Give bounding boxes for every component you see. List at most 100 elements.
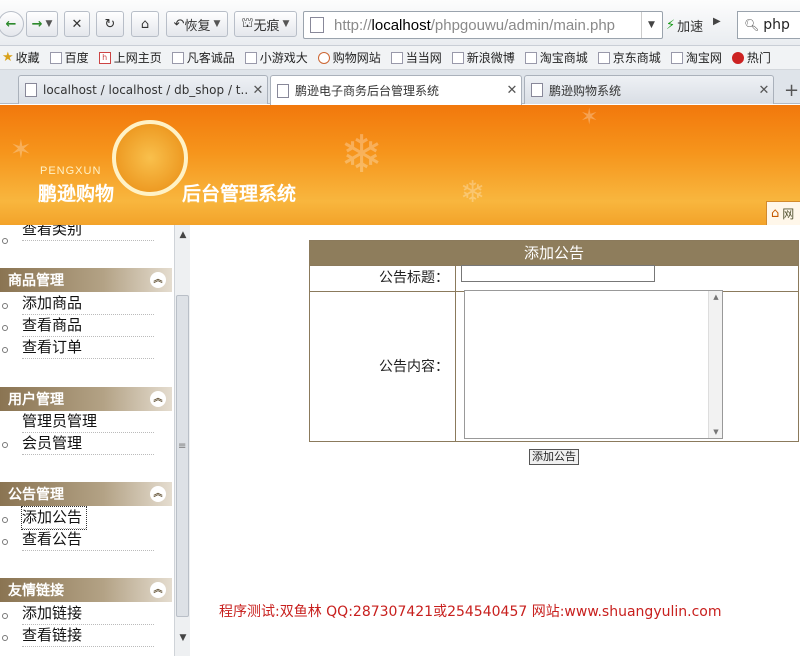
sidebar-item-add-product[interactable]: 添加商品	[22, 293, 154, 315]
new-tab-button[interactable]: +	[784, 80, 799, 101]
bookmark-item[interactable]: 凡客诚品	[171, 49, 235, 66]
snowflake-icon: ❄	[340, 125, 384, 185]
bookmark-label: 凡客诚品	[186, 51, 235, 65]
bookmark-label: 上网主页	[113, 51, 162, 65]
sidebar-menu: 查看类别 商品管理 ︽ 添加商品 查看商品 查看订单 用户管理 ︽ 管理员管理 …	[0, 225, 174, 656]
snowflake-icon: ✶	[10, 135, 32, 165]
scroll-down-icon[interactable]: ▼	[175, 630, 191, 646]
sidebar-item-add-link[interactable]: 添加链接	[22, 603, 154, 625]
bullet-icon	[2, 325, 8, 331]
close-icon[interactable]: ✕	[249, 83, 267, 98]
chevron-down-icon: ▼	[648, 20, 655, 30]
page-icon	[670, 51, 683, 64]
sidebar-item-view-categories[interactable]: 查看类别	[22, 225, 154, 241]
sidebar-item-member-management[interactable]: 会员管理	[22, 433, 154, 455]
group-title: 友情链接	[8, 583, 64, 599]
restore-button[interactable]: ↶ 恢复 ▼	[166, 11, 228, 37]
bookmark-label: 百度	[64, 51, 89, 65]
collapse-icon[interactable]: ︽	[150, 486, 166, 502]
bookmark-label: 京东商城	[612, 51, 661, 65]
bookmarks-bar: ★ 收藏 百度 h 上网主页 凡客诚品 小游戏大 购物网站 当当网 新浪微博 淘宝…	[0, 46, 800, 70]
tab-admin[interactable]: 鹏逊电子商务后台管理系统 ✕	[270, 75, 522, 105]
bullet-icon	[2, 635, 8, 641]
sidebar-item-view-orders[interactable]: 查看订单	[22, 337, 154, 359]
logo-text: 鹏逊购物	[38, 183, 115, 205]
sidebar-item-admin-management[interactable]: 管理员管理	[22, 411, 154, 433]
scroll-up-icon[interactable]: ▲	[175, 227, 191, 243]
bookmark-item[interactable]: 小游戏大	[244, 49, 308, 66]
snowflake-icon: ✶	[580, 105, 599, 130]
scroll-down-icon[interactable]: ▼	[709, 428, 723, 436]
bullet-icon	[2, 517, 8, 523]
sidebar-item-view-notices[interactable]: 查看公告	[22, 529, 154, 551]
page-icon	[390, 51, 403, 64]
forward-button[interactable]: → ▼	[26, 11, 58, 37]
home-button[interactable]: ⌂	[131, 11, 159, 37]
notice-title-input[interactable]	[461, 265, 655, 282]
bookmark-item[interactable]: 淘宝商城	[524, 49, 588, 66]
collapse-icon[interactable]: ︽	[150, 272, 166, 288]
scrollbar-thumb[interactable]	[176, 295, 189, 617]
sidebar-group-links[interactable]: 友情链接 ︽	[0, 578, 172, 602]
textarea-scrollbar[interactable]: ▲ ▼	[708, 291, 722, 438]
sidebar-group-products[interactable]: 商品管理 ︽	[0, 268, 172, 292]
traceless-button[interactable]: ⛫ 无痕 ▼	[234, 11, 297, 37]
home-tab[interactable]: ⌂ 网	[766, 201, 800, 225]
bookmark-item[interactable]: 当当网	[390, 49, 442, 66]
tab-shop[interactable]: 鹏逊购物系统 ✕	[524, 75, 774, 104]
scroll-up-icon[interactable]: ▲	[709, 293, 723, 301]
bookmark-label: 购物网站	[332, 51, 381, 65]
sidebar-group-notices[interactable]: 公告管理 ︽	[0, 482, 172, 506]
bookmark-favorites[interactable]: ★ 收藏	[2, 49, 40, 66]
search-input[interactable]: 🔍︎ php	[737, 11, 800, 39]
address-dropdown-button[interactable]: ▼	[641, 12, 661, 38]
bookmark-item[interactable]: 淘宝网	[670, 49, 722, 66]
tab-phpmyadmin[interactable]: localhost / localhost / db_shop / t... ✕	[18, 75, 268, 104]
notice-content-textarea[interactable]: ▲ ▼	[464, 290, 723, 439]
close-icon[interactable]: ✕	[503, 83, 521, 98]
bookmark-item[interactable]: 购物网站	[317, 49, 381, 66]
shopping-icon	[317, 51, 330, 64]
collapse-icon[interactable]: ︽	[150, 582, 166, 598]
accelerate-label: 加速	[677, 19, 704, 35]
grip-icon: ≡	[178, 441, 187, 452]
bookmark-label: 淘宝商城	[539, 51, 588, 65]
bookmark-item[interactable]: 百度	[49, 49, 89, 66]
url-path: /phpgouwu/admin/main.php	[430, 16, 616, 34]
play-button[interactable]: ▶	[713, 16, 721, 27]
home-icon: ⌂	[771, 206, 780, 221]
page-icon	[597, 51, 610, 64]
collapse-icon[interactable]: ︽	[150, 391, 166, 407]
bookmark-label: 小游戏大	[259, 51, 308, 65]
accelerate-button[interactable]: ⚡ 加速	[666, 11, 703, 39]
page-icon	[310, 17, 324, 33]
page-icon	[524, 51, 537, 64]
tab-strip: localhost / localhost / db_shop / t... ✕…	[0, 70, 800, 105]
bookmark-item[interactable]: 热门	[731, 49, 771, 66]
arrow-right-icon: →	[31, 16, 43, 32]
address-bar[interactable]: http://localhost/phpgouwu/admin/main.php	[303, 11, 663, 39]
refresh-button[interactable]: ↻	[96, 11, 124, 37]
sidebar-item-view-links[interactable]: 查看链接	[22, 625, 154, 647]
close-icon[interactable]: ✕	[755, 83, 773, 98]
table-divider	[455, 264, 456, 442]
bookmark-item[interactable]: h 上网主页	[98, 49, 162, 66]
sidebar-item-add-notice[interactable]: 添加公告	[21, 506, 87, 530]
bullet-icon	[2, 347, 8, 353]
stop-button[interactable]: ✕	[64, 11, 90, 37]
bookmark-label: 收藏	[15, 51, 40, 65]
sidebar-group-users[interactable]: 用户管理 ︽	[0, 387, 172, 411]
logo	[112, 120, 188, 196]
search-icon: 🔍︎	[744, 18, 760, 32]
add-notice-button[interactable]: 添加公告	[529, 449, 579, 465]
bookmark-item[interactable]: 京东商城	[597, 49, 661, 66]
page-icon	[171, 51, 184, 64]
sidebar-scrollbar[interactable]: ▲ ≡ ▼	[174, 225, 190, 656]
home-icon: ⌂	[140, 16, 150, 32]
url-host: localhost	[371, 16, 431, 34]
bookmark-item[interactable]: 新浪微博	[451, 49, 515, 66]
sidebar-item-view-products[interactable]: 查看商品	[22, 315, 154, 337]
back-button[interactable]: ←	[0, 11, 24, 37]
bookmark-label: 热门	[746, 51, 771, 65]
tab-label: 鹏逊电子商务后台管理系统	[295, 84, 440, 98]
